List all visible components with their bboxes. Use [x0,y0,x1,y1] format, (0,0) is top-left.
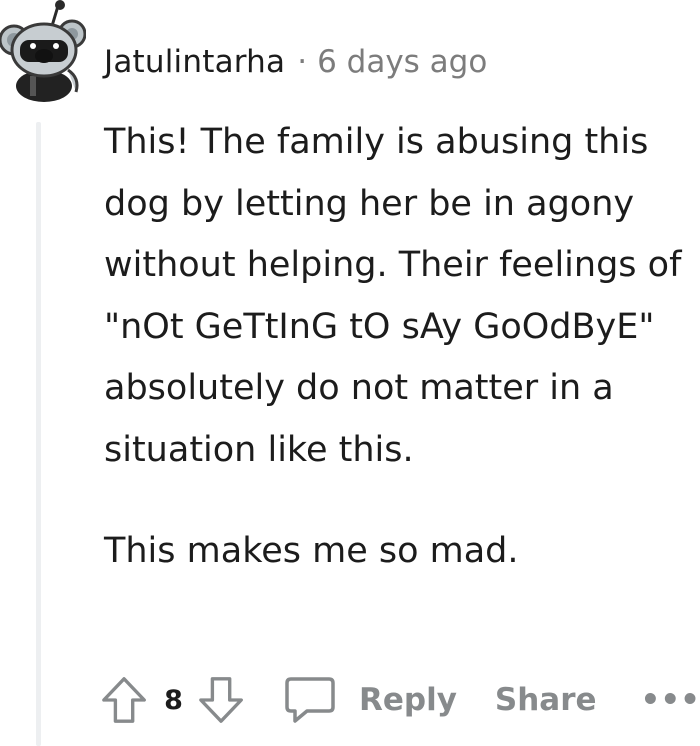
meta-separator: · [297,44,308,80]
user-avatar[interactable] [0,0,86,104]
comment-paragraph: This makes me so mad. [104,531,519,571]
comment-header: Jatulintarha · 6 days ago [104,40,487,84]
reply-label: Reply [358,682,457,718]
share-button[interactable]: Share [495,682,597,718]
comment-timestamp[interactable]: 6 days ago [317,44,487,80]
comment-body: This! The family is abusing this dog by … [104,112,684,583]
koala-avatar-icon [0,0,86,102]
upvote-arrow-icon[interactable] [100,674,148,726]
vote-count: 8 [164,684,183,716]
thread-collapse-line[interactable] [36,122,41,746]
author-username[interactable]: Jatulintarha [104,44,285,80]
comment-paragraph: This! The family is abusing this dog by … [104,122,682,470]
comment-action-bar: 8 Reply Share ••• [100,668,700,732]
reply-button[interactable]: Reply [283,675,457,725]
more-options-button[interactable]: ••• [641,682,700,718]
downvote-arrow-icon[interactable] [197,674,245,726]
speech-bubble-icon [285,677,335,723]
